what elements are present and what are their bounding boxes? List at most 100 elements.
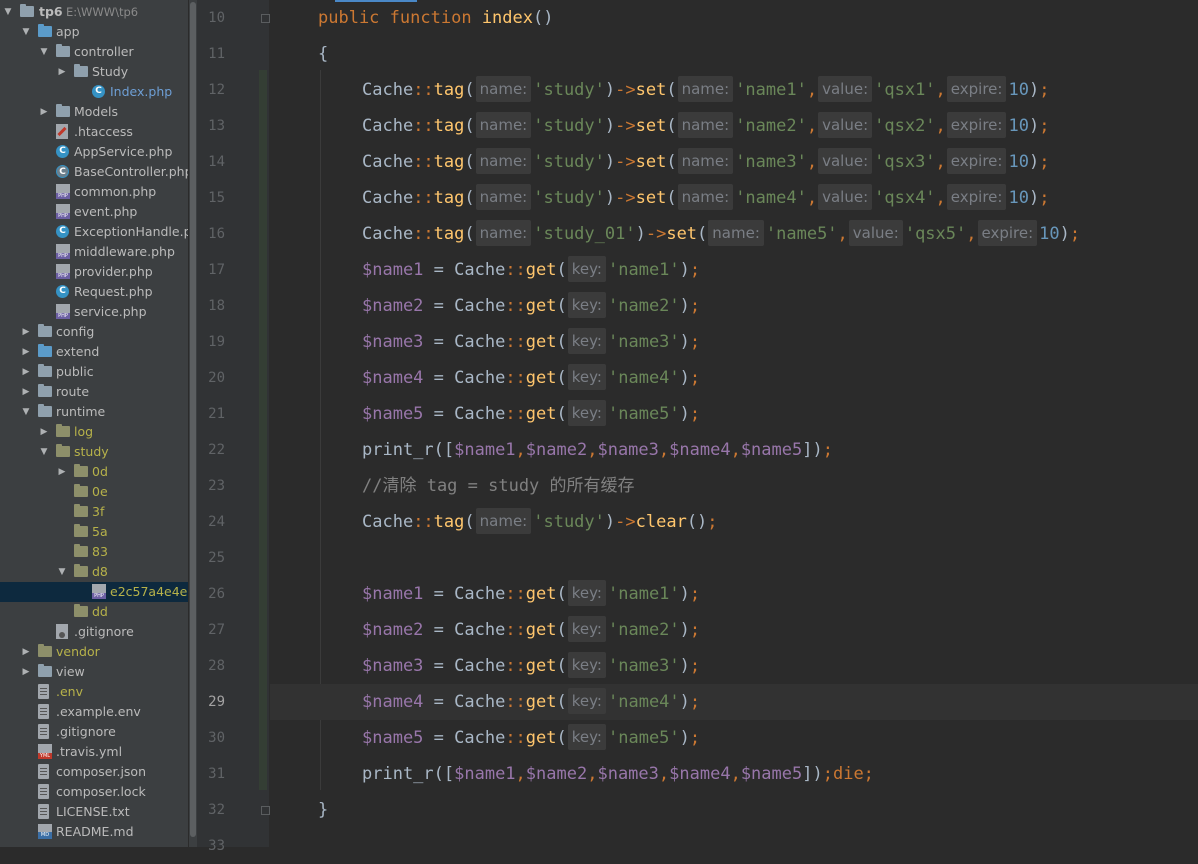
code-line[interactable]: $name2 = Cache::get(key:'name2'); bbox=[270, 612, 1198, 648]
expand-arrow-icon[interactable]: ▼ bbox=[3, 2, 13, 22]
fold-close-icon[interactable] bbox=[261, 806, 270, 815]
collapse-arrow-icon[interactable]: ▼ bbox=[39, 442, 49, 462]
tree-item[interactable]: ▶ config bbox=[0, 322, 188, 342]
parameter-hint: key: bbox=[567, 580, 606, 606]
collapse-arrow-icon[interactable]: ▼ bbox=[21, 22, 31, 42]
tree-item[interactable]: C ExceptionHandle.php bbox=[0, 222, 188, 242]
tree-item[interactable]: ▼ d8 bbox=[0, 562, 188, 582]
tree-item[interactable]: ▶ vendor bbox=[0, 642, 188, 662]
tree-item[interactable]: ▼ app bbox=[0, 22, 188, 42]
code-line[interactable]: Cache::tag(name:'study_01')->set(name:'n… bbox=[270, 216, 1198, 252]
tree-item-label: vendor bbox=[56, 644, 100, 659]
code-line[interactable]: $name2 = Cache::get(key:'name2'); bbox=[270, 288, 1198, 324]
code-line[interactable]: $name5 = Cache::get(key:'name5'); bbox=[270, 720, 1198, 756]
string-literal: 'name5' bbox=[608, 404, 680, 424]
tree-item[interactable]: ▶ 0d bbox=[0, 462, 188, 482]
tree-scrollbar-thumb[interactable] bbox=[190, 2, 196, 837]
variable: $name4 bbox=[362, 368, 424, 388]
code-line[interactable]: $name3 = Cache::get(key:'name3'); bbox=[270, 648, 1198, 684]
code-line[interactable]: public function index() bbox=[270, 0, 1198, 36]
code-editor[interactable]: public function index(){Cache::tag(name:… bbox=[270, 0, 1198, 847]
tree-item[interactable]: 5a bbox=[0, 522, 188, 542]
code-line[interactable]: print_r([$name1,$name2,$name3,$name4,$na… bbox=[270, 756, 1198, 792]
collapse-arrow-icon[interactable]: ▼ bbox=[39, 42, 49, 62]
tree-item[interactable]: .example.env bbox=[0, 702, 188, 722]
code-line[interactable]: Cache::tag(name:'study')->set(name:'name… bbox=[270, 72, 1198, 108]
expand-arrow-icon[interactable]: ▶ bbox=[57, 62, 67, 82]
tree-item[interactable]: dd bbox=[0, 602, 188, 622]
code-line[interactable]: } bbox=[270, 792, 1198, 828]
code-line[interactable]: Cache::tag(name:'study')->set(name:'name… bbox=[270, 108, 1198, 144]
tree-item[interactable]: provider.php bbox=[0, 262, 188, 282]
tree-item[interactable]: ▼ controller bbox=[0, 42, 188, 62]
expand-arrow-icon[interactable]: ▶ bbox=[21, 382, 31, 402]
method-name: get bbox=[525, 656, 557, 676]
code-line[interactable]: $name1 = Cache::get(key:'name1'); bbox=[270, 576, 1198, 612]
tree-item[interactable]: 83 bbox=[0, 542, 188, 562]
number-literal: 10 bbox=[1008, 116, 1029, 136]
tree-item[interactable]: C AppService.php bbox=[0, 142, 188, 162]
tree-item[interactable]: .htaccess bbox=[0, 122, 188, 142]
code-line[interactable]: $name5 = Cache::get(key:'name5'); bbox=[270, 396, 1198, 432]
expand-arrow-icon[interactable]: ▶ bbox=[21, 322, 31, 342]
collapse-arrow-icon[interactable]: ▼ bbox=[21, 402, 31, 422]
tree-item[interactable]: .travis.yml bbox=[0, 742, 188, 762]
tree-item[interactable]: ▶ view bbox=[0, 662, 188, 682]
expand-arrow-icon[interactable]: ▶ bbox=[21, 362, 31, 382]
code-line[interactable]: $name4 = Cache::get(key:'name4'); bbox=[270, 360, 1198, 396]
code-line[interactable]: { bbox=[270, 36, 1198, 72]
tree-item[interactable]: 3f bbox=[0, 502, 188, 522]
tree-root[interactable]: ▼ tp6 E:\WWW\tp6 bbox=[0, 2, 188, 22]
parameter-hint: key: bbox=[567, 688, 606, 714]
tree-item[interactable]: event.php bbox=[0, 202, 188, 222]
tree-item[interactable]: ▶ Study bbox=[0, 62, 188, 82]
parameter-hint: name: bbox=[475, 184, 532, 210]
code-line[interactable]: Cache::tag(name:'study')->clear(); bbox=[270, 504, 1198, 540]
tree-item[interactable]: LICENSE.txt bbox=[0, 802, 188, 822]
tree-item[interactable]: .env bbox=[0, 682, 188, 702]
tree-item[interactable]: .gitignore bbox=[0, 622, 188, 642]
operator: :: bbox=[505, 584, 526, 604]
tree-item[interactable]: ▶ route bbox=[0, 382, 188, 402]
code-line[interactable]: Cache::tag(name:'study')->set(name:'name… bbox=[270, 144, 1198, 180]
tree-item[interactable]: C Index.php bbox=[0, 82, 188, 102]
tree-item[interactable]: ▼ runtime bbox=[0, 402, 188, 422]
tree-item[interactable]: ▼ study bbox=[0, 442, 188, 462]
method-name: tag bbox=[433, 80, 465, 100]
tree-item[interactable]: ▶ extend bbox=[0, 342, 188, 362]
collapse-arrow-icon[interactable]: ▼ bbox=[57, 562, 67, 582]
expand-arrow-icon[interactable]: ▶ bbox=[21, 342, 31, 362]
tree-item[interactable]: ▶ Models bbox=[0, 102, 188, 122]
operator: :: bbox=[413, 512, 434, 532]
code-line-current[interactable]: $name4 = Cache::get(key:'name4'); bbox=[270, 684, 1198, 720]
tree-item[interactable]: C Request.php bbox=[0, 282, 188, 302]
variable: $name4 bbox=[362, 692, 424, 712]
code-line[interactable] bbox=[270, 540, 1198, 576]
tree-item[interactable]: composer.json bbox=[0, 762, 188, 782]
tree-item-label: log bbox=[74, 424, 94, 439]
code-line[interactable]: $name3 = Cache::get(key:'name3'); bbox=[270, 324, 1198, 360]
tree-item[interactable]: 0e bbox=[0, 482, 188, 502]
tree-item[interactable]: README.md bbox=[0, 822, 188, 842]
tree-item[interactable]: common.php bbox=[0, 182, 188, 202]
tree-item[interactable]: e2c57a4e4e7e... bbox=[0, 582, 188, 602]
tree-item[interactable]: service.php bbox=[0, 302, 188, 322]
tree-item[interactable]: middleware.php bbox=[0, 242, 188, 262]
expand-arrow-icon[interactable]: ▶ bbox=[21, 662, 31, 682]
method-name: tag bbox=[433, 512, 465, 532]
code-line[interactable]: print_r([$name1,$name2,$name3,$name4,$na… bbox=[270, 432, 1198, 468]
code-line[interactable]: $name1 = Cache::get(key:'name1'); bbox=[270, 252, 1198, 288]
code-line[interactable]: //清除 tag = study 的所有缓存 bbox=[270, 468, 1198, 504]
expand-arrow-icon[interactable]: ▶ bbox=[39, 422, 49, 442]
expand-arrow-icon[interactable]: ▶ bbox=[39, 102, 49, 122]
code-line[interactable]: Cache::tag(name:'study')->set(name:'name… bbox=[270, 180, 1198, 216]
expand-arrow-icon[interactable]: ▶ bbox=[21, 642, 31, 662]
tree-item[interactable]: .gitignore bbox=[0, 722, 188, 742]
expand-arrow-icon[interactable]: ▶ bbox=[57, 462, 67, 482]
tree-item[interactable]: C BaseController.php bbox=[0, 162, 188, 182]
project-tree-panel[interactable]: ▼ tp6 E:\WWW\tp6 ▼ app ▼ controller ▶ Study C I… bbox=[0, 0, 188, 847]
tree-item[interactable]: ▶ public bbox=[0, 362, 188, 382]
tree-item[interactable]: ▶ log bbox=[0, 422, 188, 442]
fold-open-icon[interactable] bbox=[261, 14, 270, 23]
tree-item[interactable]: composer.lock bbox=[0, 782, 188, 802]
